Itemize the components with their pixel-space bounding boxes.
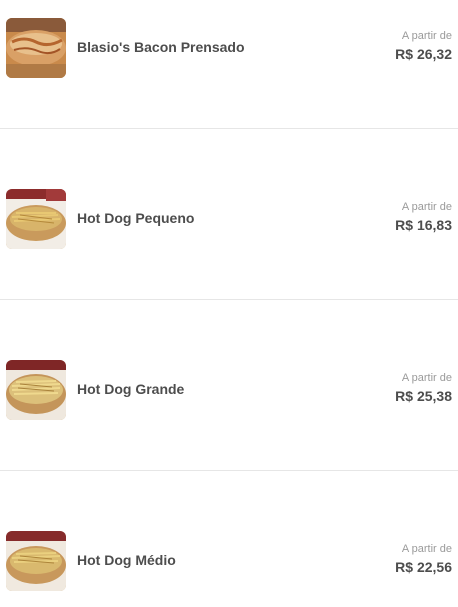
- divider: [0, 299, 458, 300]
- bacon-sandwich-photo: [6, 18, 66, 78]
- item-name: Hot Dog Grande: [77, 381, 185, 397]
- item-price-box: A partir de R$ 26,32: [395, 30, 452, 63]
- divider: [0, 128, 458, 129]
- price-value: R$ 22,56: [395, 559, 452, 575]
- price-label: A partir de: [401, 30, 452, 42]
- menu-item[interactable]: Hot Dog Pequeno A partir de R$ 16,83: [0, 173, 458, 265]
- price-value: R$ 25,38: [395, 388, 452, 404]
- hot-dog-photo: [6, 531, 66, 591]
- price-value: R$ 16,83: [395, 217, 452, 233]
- hot-dog-photo: [6, 360, 66, 420]
- item-name: Blasio's Bacon Prensado: [77, 39, 245, 55]
- price-label: A partir de: [401, 543, 452, 555]
- price-label: A partir de: [401, 372, 452, 384]
- price-label: A partir de: [401, 201, 452, 213]
- item-name: Hot Dog Médio: [77, 552, 176, 568]
- menu-item[interactable]: Blasio's Bacon Prensado A partir de R$ 2…: [0, 2, 458, 94]
- item-price-box: A partir de R$ 16,83: [395, 201, 452, 234]
- item-price-box: A partir de R$ 22,56: [395, 543, 452, 576]
- menu-item[interactable]: Hot Dog Grande A partir de R$ 25,38: [0, 344, 458, 436]
- divider: [0, 470, 458, 471]
- item-name: Hot Dog Pequeno: [77, 210, 195, 226]
- menu-item[interactable]: Hot Dog Médio A partir de R$ 22,56: [0, 515, 458, 607]
- item-price-box: A partir de R$ 25,38: [395, 372, 452, 405]
- price-value: R$ 26,32: [395, 46, 452, 62]
- hot-dog-photo: [6, 189, 66, 249]
